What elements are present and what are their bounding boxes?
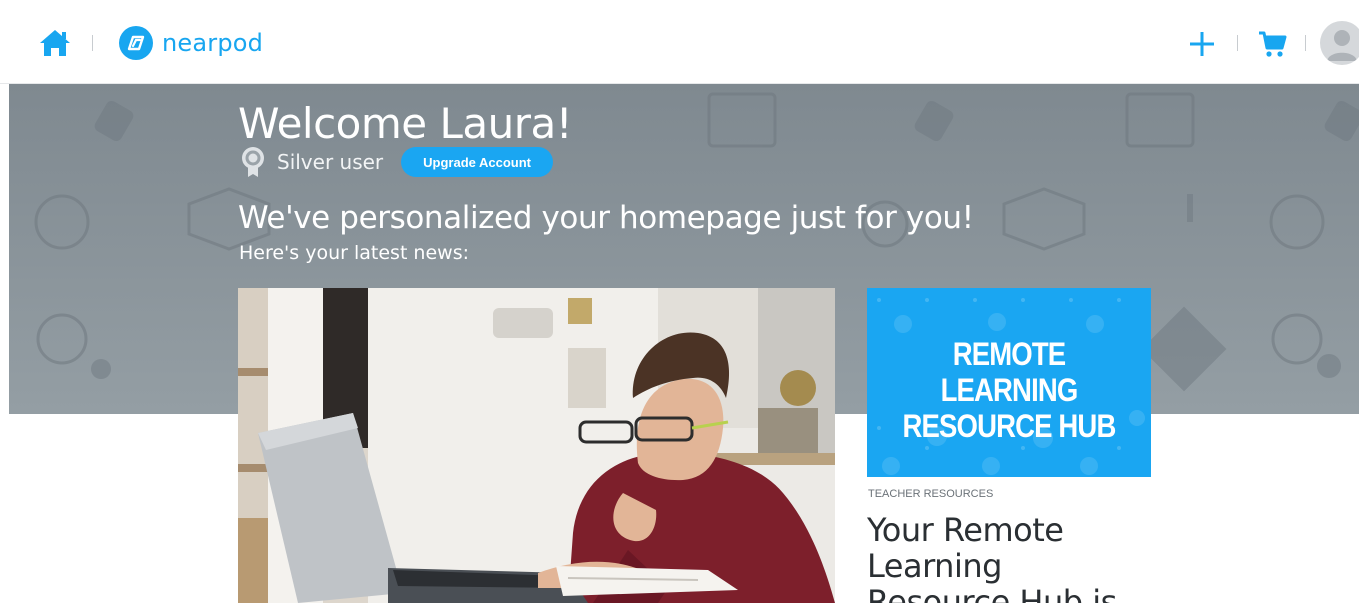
personalized-headline: We've personalized your homepage just fo… (238, 200, 974, 236)
banner-line-2: RESOURCE HUB (902, 408, 1117, 444)
plus-icon[interactable] (1188, 30, 1216, 58)
user-status-label: Silver user (277, 150, 384, 174)
news-title[interactable]: Your Remote Learning Resource Hub is (867, 512, 1151, 603)
cart-icon[interactable] (1257, 29, 1287, 59)
news-category: TEACHER RESOURCES (868, 488, 994, 500)
top-nav-bar: nearpod (0, 0, 1359, 84)
latest-news-label: Here's your latest news: (239, 242, 470, 264)
brand-logo[interactable]: nearpod (119, 26, 263, 60)
remote-learning-banner: REMOTE LEARNING RESOURCE HUB (867, 288, 1151, 477)
student-with-laptop-image (238, 288, 835, 603)
user-avatar[interactable] (1320, 21, 1359, 65)
nearpod-logo-icon (119, 26, 153, 60)
user-status-row: Silver user Upgrade Account (240, 146, 554, 178)
banner-heading: REMOTE LEARNING RESOURCE HUB (887, 336, 1131, 444)
nav-divider (92, 35, 93, 51)
welcome-heading: Welcome Laura! (238, 99, 573, 148)
featured-news-image[interactable] (238, 288, 835, 603)
banner-line-1: REMOTE LEARNING (940, 336, 1079, 408)
upgrade-account-button[interactable]: Upgrade Account (401, 147, 554, 177)
silver-medal-icon (242, 147, 264, 177)
home-icon[interactable] (38, 28, 72, 58)
nav-divider (1237, 35, 1238, 51)
user-avatar-icon (1327, 30, 1357, 61)
brand-name: nearpod (162, 29, 264, 57)
news-card[interactable]: REMOTE LEARNING RESOURCE HUB TEACHER RES… (867, 288, 1151, 603)
nav-divider (1305, 35, 1306, 51)
